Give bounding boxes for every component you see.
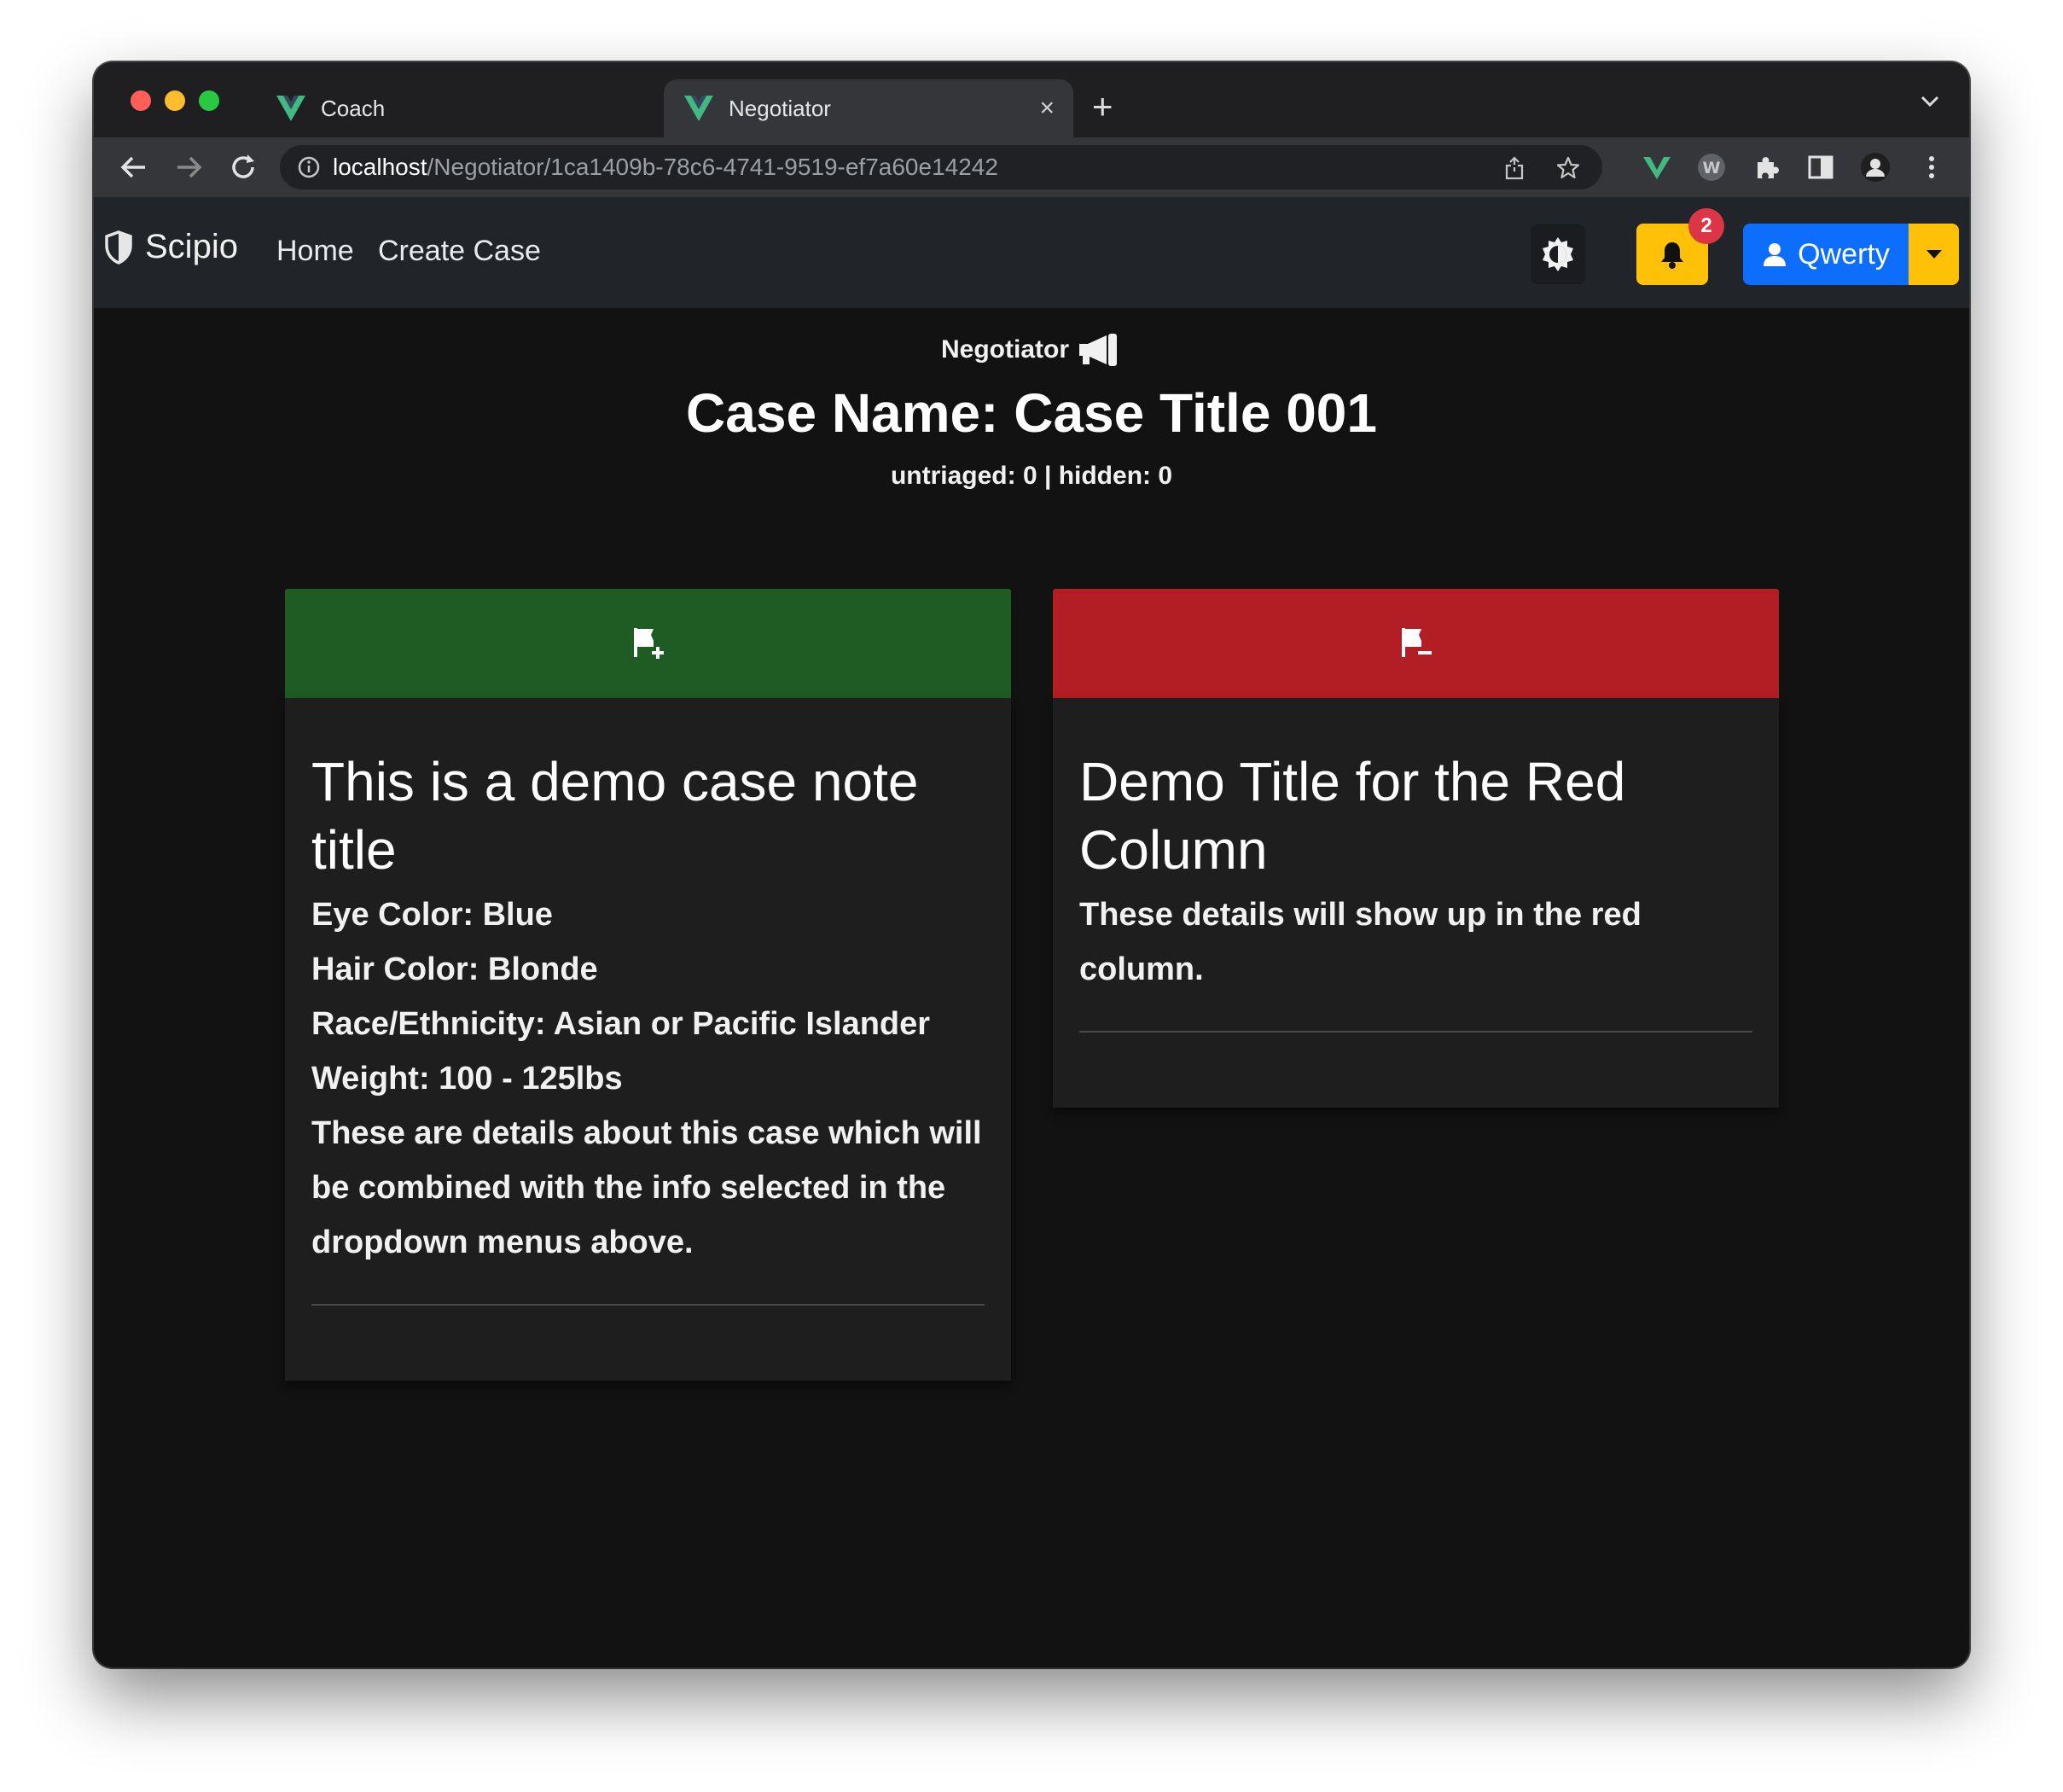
brand[interactable]: Scipio <box>104 228 238 266</box>
close-tab-icon[interactable]: × <box>1039 94 1055 123</box>
brand-name: Scipio <box>145 228 238 265</box>
site-info-icon[interactable] <box>297 155 321 179</box>
nav-link-create-case[interactable]: Create Case <box>378 235 541 268</box>
role-label: Negotiator <box>94 332 1969 368</box>
side-panel-icon[interactable] <box>1805 152 1836 183</box>
nav-link-home[interactable]: Home <box>276 235 354 268</box>
tab-strip: Coach × Negotiator × + <box>94 62 1969 137</box>
case-note-detail: Weight: 100 - 125lbs <box>311 1061 623 1097</box>
forward-arrow-icon[interactable] <box>174 153 203 182</box>
megaphone-icon <box>1079 334 1117 366</box>
case-note-card: Demo Title for the Red Column These deta… <box>1053 698 1779 1108</box>
user-name: Qwerty <box>1798 237 1890 271</box>
case-note-title: This is a demo case note title <box>311 751 919 881</box>
caret-down-icon <box>1926 250 1942 259</box>
svg-text:W: W <box>1703 159 1721 177</box>
case-note-detail: Hair Color: Blonde <box>311 951 598 987</box>
url-path: /Negotiator/1ca1409b-78c6-4741-9519-ef7a… <box>427 154 998 180</box>
theme-toggle-button[interactable] <box>1531 224 1585 284</box>
tab-search-chevron-icon[interactable] <box>1920 95 1940 108</box>
vue-logo-icon <box>684 96 713 121</box>
new-tab-button[interactable]: + <box>1092 88 1113 125</box>
user-menu-button[interactable]: Qwerty <box>1743 224 1909 285</box>
card-divider <box>311 1304 985 1306</box>
minimize-window-button[interactable] <box>165 90 185 111</box>
case-note-title: Demo Title for the Red Column <box>1079 751 1626 881</box>
app-navbar: Scipio Home Create Case 2 Qwerty <box>94 197 1969 308</box>
address-bar[interactable]: localhost/Negotiator/1ca1409b-78c6-4741-… <box>280 145 1602 189</box>
flag-plus-icon <box>633 628 664 659</box>
bookmark-star-icon[interactable] <box>1555 155 1581 181</box>
tab-negotiator[interactable]: Negotiator × <box>664 79 1073 137</box>
red-column-header[interactable] <box>1053 589 1779 698</box>
green-column: This is a demo case note title Eye Color… <box>285 589 1011 1381</box>
vue-logo-icon <box>276 96 305 121</box>
share-icon[interactable] <box>1502 155 1527 181</box>
case-note-detail: These are details about this case which … <box>311 1115 982 1260</box>
user-icon <box>1764 243 1787 266</box>
role-text: Negotiator <box>941 335 1069 364</box>
close-window-button[interactable] <box>131 90 151 111</box>
card-divider <box>1079 1031 1752 1033</box>
back-arrow-icon[interactable] <box>119 153 148 182</box>
profile-avatar-icon[interactable] <box>1860 152 1891 183</box>
green-column-header[interactable] <box>285 589 1011 698</box>
browser-menu-icon[interactable] <box>1916 152 1947 183</box>
case-note-detail: Eye Color: Blue <box>311 897 553 933</box>
tab-title: Coach <box>321 95 386 121</box>
triage-counts: untriaged: 0 | hidden: 0 <box>890 462 1173 490</box>
brightness-icon <box>1543 237 1573 271</box>
case-note-detail: These details will show up in the red co… <box>1079 897 1642 987</box>
shield-icon <box>105 230 132 265</box>
flag-minus-icon <box>1401 628 1432 657</box>
notification-count-badge: 2 <box>1688 208 1724 244</box>
browser-toolbar: localhost/Negotiator/1ca1409b-78c6-4741-… <box>94 137 1969 197</box>
case-note-card: This is a demo case note title Eye Color… <box>285 698 1011 1381</box>
tab-title: Negotiator <box>729 95 831 121</box>
vue-devtools-extension-icon[interactable] <box>1642 152 1672 183</box>
maximize-window-button[interactable] <box>199 90 219 111</box>
red-column: Demo Title for the Red Column These deta… <box>1053 589 1779 1108</box>
browser-window: Coach × Negotiator × + <box>94 62 1969 1667</box>
extensions-puzzle-icon[interactable] <box>1751 152 1781 183</box>
user-dropdown-toggle[interactable] <box>1909 224 1959 285</box>
case-note-detail: Race/Ethnicity: Asian or Pacific Islande… <box>311 1006 931 1042</box>
reload-icon[interactable] <box>229 153 258 182</box>
bell-icon <box>1661 242 1683 269</box>
url-host: localhost <box>333 154 427 180</box>
extension-w-icon[interactable]: W <box>1696 152 1727 183</box>
case-title: Case Name: Case Title 001 <box>686 382 1377 444</box>
